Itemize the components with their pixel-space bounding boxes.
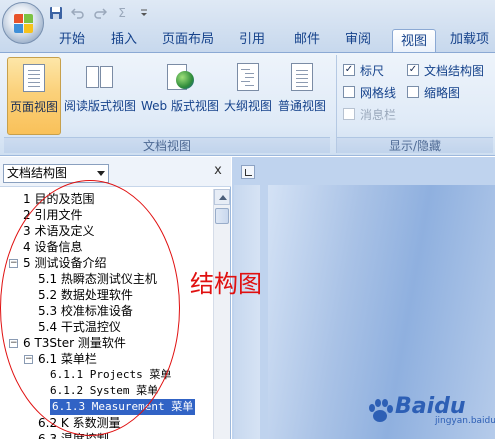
- tree-item-6-3[interactable]: 6.3 温度控制: [38, 431, 109, 439]
- tree-item-4[interactable]: 4 设备信息: [23, 239, 82, 255]
- tree-item-6-1-2[interactable]: 6.1.2 System 菜单: [50, 383, 158, 399]
- tab-add-ins[interactable]: 加载项: [444, 28, 495, 52]
- scroll-thumb[interactable]: [215, 208, 229, 224]
- thumbnails-checkbox-label: 缩略图: [424, 85, 461, 100]
- message-bar-checkbox-box: [343, 108, 355, 120]
- print-layout-label: 页面视图: [9, 100, 58, 114]
- ruler-checkbox-box[interactable]: ✓: [343, 64, 355, 76]
- document-map-selector[interactable]: 文档结构图: [3, 164, 109, 183]
- tab-view[interactable]: 视图: [392, 29, 436, 53]
- full-screen-reading-icon: [85, 63, 115, 93]
- tree-item-5-1[interactable]: 5.1 热瞬态测试仪主机: [38, 271, 157, 287]
- document-map-scrollbar[interactable]: [213, 189, 230, 439]
- tree-item-3[interactable]: 3 术语及定义: [23, 223, 94, 239]
- document-views-group: 页面视图 阅读版式视图 Web 版式视图 大纲视图 普通视图 文档视图: [4, 55, 330, 153]
- tree-item-6[interactable]: 6 T3Ster 测量软件: [23, 335, 126, 351]
- document-map-checkbox-box[interactable]: ✓: [407, 64, 419, 76]
- thumbnails-checkbox[interactable]: 缩略图: [407, 83, 460, 101]
- web-layout-label: Web 版式视图: [141, 99, 219, 113]
- watermark-subtext: jingyan.baidu.com: [435, 416, 495, 426]
- undo-icon[interactable]: [70, 5, 86, 21]
- document-map-tree: 1 目的及范围 2 引用文件 3 术语及定义 4 设备信息 − 5 测试设备介绍…: [0, 189, 213, 439]
- tab-references[interactable]: 引用: [232, 28, 272, 52]
- tab-selector-icon[interactable]: [241, 165, 255, 179]
- ruler-checkbox-label: 标尺: [360, 63, 385, 78]
- outline-view-label: 大纲视图: [223, 99, 272, 113]
- tree-item-6-2[interactable]: 6.2 K 系数测量: [38, 415, 121, 431]
- dropdown-arrow-icon[interactable]: [97, 171, 105, 176]
- gridlines-checkbox-label: 网格线: [360, 85, 397, 100]
- sigma-icon[interactable]: Σ: [114, 5, 130, 21]
- tree-item-5-2[interactable]: 5.2 数据处理软件: [38, 287, 133, 303]
- office-logo-icon: [14, 14, 34, 34]
- tree-item-5-3[interactable]: 5.3 校准标准设备: [38, 303, 133, 319]
- full-screen-reading-label: 阅读版式视图: [63, 99, 136, 113]
- office-button[interactable]: [2, 2, 44, 44]
- tree-item-6-1-3-selected[interactable]: 6.1.3 Measurement 菜单: [50, 399, 196, 415]
- draft-view-label: 普通视图: [277, 99, 326, 113]
- ribbon: 页面视图 阅读版式视图 Web 版式视图 大纲视图 普通视图 文档视图 ✓ 标尺…: [0, 52, 495, 156]
- paw-icon: [367, 398, 393, 424]
- ruler-checkbox[interactable]: ✓ 标尺: [343, 61, 384, 79]
- web-layout-icon: [165, 63, 195, 93]
- web-layout-button[interactable]: Web 版式视图: [140, 57, 220, 135]
- tree-item-1[interactable]: 1 目的及范围: [23, 191, 94, 207]
- draft-view-button[interactable]: 普通视图: [276, 57, 328, 135]
- draft-view-icon: [287, 63, 317, 93]
- tree-item-6-1-1[interactable]: 6.1.1 Projects 菜单: [50, 367, 171, 383]
- quick-access-toolbar: Σ: [48, 3, 152, 23]
- gridlines-checkbox[interactable]: 网格线: [343, 83, 396, 101]
- document-map-selector-value: 文档结构图: [7, 166, 68, 180]
- annotation-label: 结构图: [190, 270, 262, 298]
- baidu-watermark: Baidu jingyan.baidu.com: [367, 394, 495, 430]
- tree-item-5-4[interactable]: 5.4 干式温控仪: [38, 319, 121, 335]
- collapse-icon[interactable]: −: [24, 355, 33, 364]
- redo-icon[interactable]: [92, 5, 108, 21]
- tab-insert[interactable]: 插入: [104, 28, 144, 52]
- close-icon[interactable]: x: [211, 163, 225, 179]
- collapse-icon[interactable]: −: [9, 339, 18, 348]
- title-bar: Σ 开始 插入 页面布局 引用 邮件 审阅 视图 加载项: [0, 0, 495, 53]
- customize-icon[interactable]: [136, 5, 152, 21]
- tab-home[interactable]: 开始: [52, 28, 92, 52]
- tab-mailings[interactable]: 邮件: [287, 28, 327, 52]
- tab-page-layout[interactable]: 页面布局: [154, 28, 222, 52]
- tree-item-2[interactable]: 2 引用文件: [23, 207, 82, 223]
- document-views-group-label: 文档视图: [4, 137, 330, 153]
- vertical-ruler: [234, 185, 260, 439]
- document-map-header: 文档结构图 x: [0, 157, 231, 187]
- outline-view-icon: [233, 63, 263, 93]
- show-hide-group: ✓ 标尺 ✓ 文档结构图 网格线 缩略图 消息栏 显示/隐藏: [336, 55, 493, 153]
- gridlines-checkbox-box[interactable]: [343, 86, 355, 98]
- print-layout-button[interactable]: 页面视图: [7, 57, 61, 135]
- tree-item-6-1[interactable]: 6.1 菜单栏: [38, 351, 97, 367]
- thumbnails-checkbox-box[interactable]: [407, 86, 419, 98]
- scroll-up-icon[interactable]: [214, 189, 230, 205]
- print-layout-icon: [19, 64, 49, 94]
- collapse-icon[interactable]: −: [9, 259, 18, 268]
- tab-review[interactable]: 审阅: [338, 28, 378, 52]
- message-bar-checkbox-label: 消息栏: [360, 107, 397, 122]
- message-bar-checkbox: 消息栏: [343, 105, 396, 123]
- save-icon[interactable]: [48, 5, 64, 21]
- outline-view-button[interactable]: 大纲视图: [222, 57, 274, 135]
- document-map-checkbox-label: 文档结构图: [424, 63, 485, 78]
- ribbon-tabs: 开始 插入 页面布局 引用 邮件 审阅 视图 加载项: [44, 28, 495, 53]
- full-screen-reading-button[interactable]: 阅读版式视图: [62, 57, 138, 135]
- tree-item-5[interactable]: 5 测试设备介绍: [23, 255, 106, 271]
- document-map-checkbox[interactable]: ✓ 文档结构图: [407, 61, 484, 79]
- show-hide-group-label: 显示/隐藏: [337, 137, 493, 153]
